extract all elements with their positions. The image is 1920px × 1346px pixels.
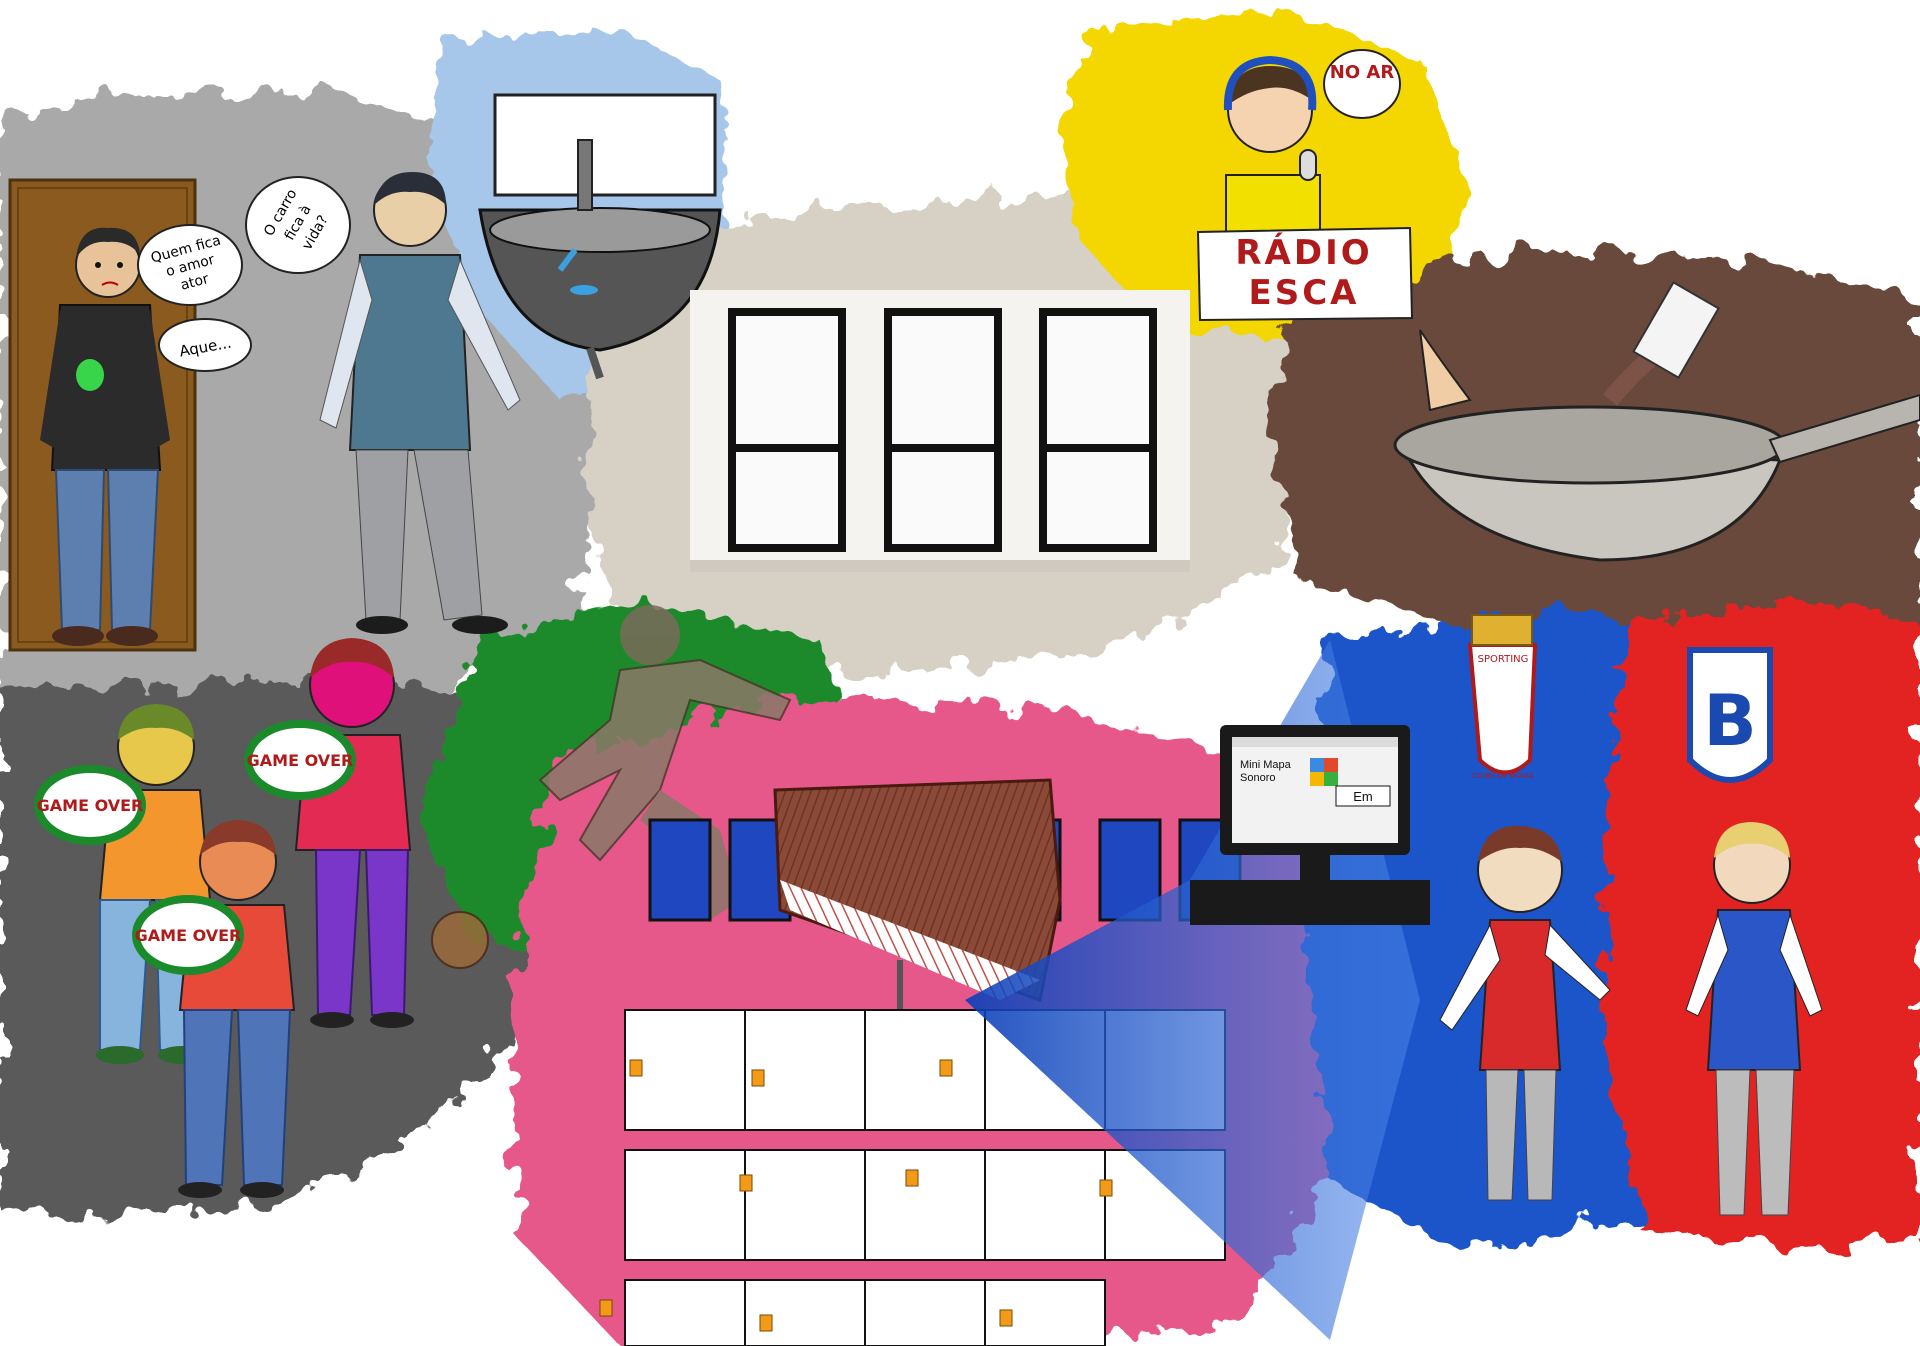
radio-sign-line-2: ESCA [1249, 273, 1360, 313]
no-ar-text: NO AR [1330, 62, 1395, 83]
sporting-crest: SPORTING CLUBE DE BRAGA [1467, 614, 1538, 780]
game-over-text-1: GAME OVER [37, 796, 144, 815]
blue-crest: B [1687, 647, 1773, 783]
software-button: Em [1353, 789, 1373, 804]
microphone-icon [1299, 149, 1317, 181]
no-ar-bubble [1323, 49, 1401, 119]
computer-icon: Mini Mapa Sonoro Em [1190, 725, 1430, 925]
blue-crest-letter: B [1703, 680, 1756, 762]
sporting-sub-label: CLUBE DE BRAGA [1472, 772, 1534, 780]
radio-sign-line-1: RÁDIO [1235, 232, 1372, 273]
software-title-line-2: Sonoro [1240, 772, 1275, 784]
sporting-label: SPORTING [1478, 654, 1529, 665]
game-over-text-2: GAME OVER [135, 926, 242, 945]
software-title-line-1: Mini Mapa [1240, 759, 1292, 771]
game-over-text-3: GAME OVER [247, 751, 354, 770]
window-icon [690, 290, 1190, 572]
illustration-canvas: Quem fica o amor ator Aque... O carro fi… [0, 10, 1920, 1346]
